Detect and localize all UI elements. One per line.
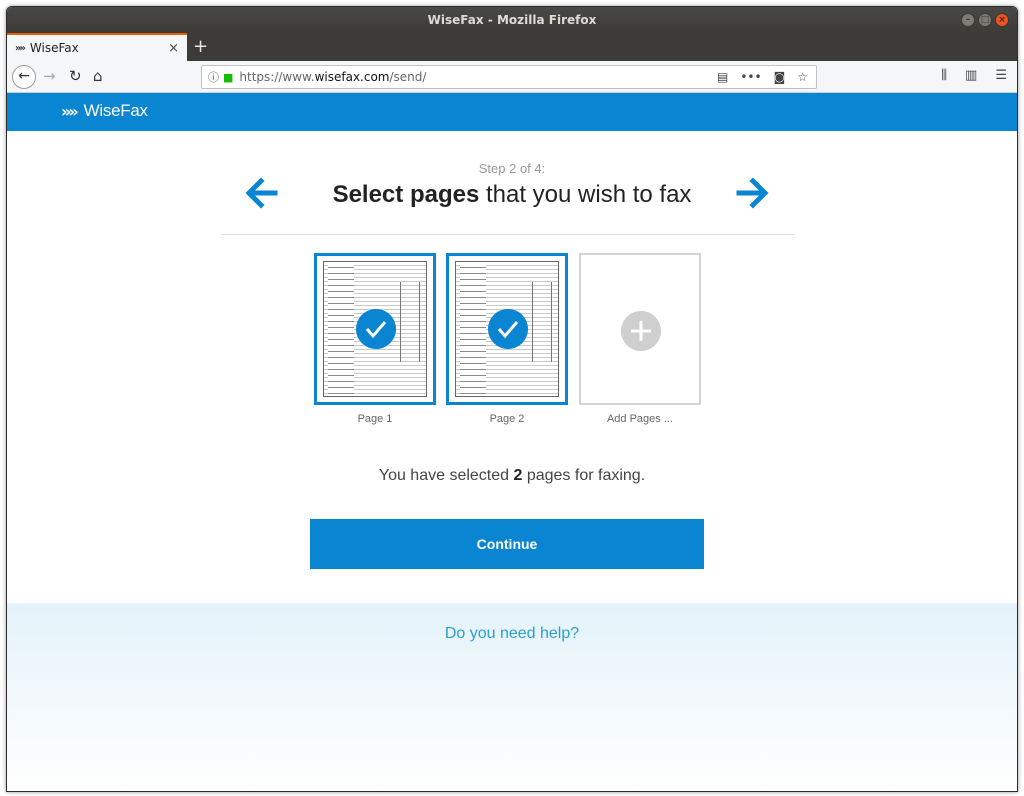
url-actions: ▤ ••• ◙ ☆ — [717, 70, 816, 84]
plus-icon — [621, 311, 661, 351]
page-thumbnail[interactable] — [446, 253, 568, 405]
add-pages-label[interactable]: Add Pages ... — [579, 413, 701, 425]
tab-wisefax[interactable]: »» WiseFax × — [7, 33, 187, 61]
page-title: Select pages that you wish to fax — [7, 181, 1017, 209]
url-prefix: https://www. — [239, 70, 315, 84]
library-icon[interactable]: ⫼ — [941, 68, 947, 83]
page-title-bold: Select pages — [332, 181, 480, 208]
help-link[interactable]: Do you need help? — [7, 625, 1017, 643]
pocket-icon[interactable]: ◙ — [774, 70, 786, 84]
wisefax-logo[interactable]: »» WiseFax — [61, 101, 148, 121]
url-domain: wisefax.com — [314, 70, 390, 84]
window-title: WiseFax - Mozilla Firefox — [427, 13, 597, 27]
navigation-toolbar: ← → ↻ ⌂ ⓘ ■ https://www.wisefax.com/send… — [7, 61, 1017, 93]
next-step-arrow-icon[interactable] — [733, 173, 773, 213]
help-section: Do you need help? — [7, 603, 1017, 791]
page-label: Page 2 — [489, 413, 525, 425]
page-thumbnail[interactable] — [314, 253, 436, 405]
minimize-icon[interactable]: – — [961, 13, 975, 27]
window-titlebar: WiseFax - Mozilla Firefox – □ × — [7, 7, 1017, 33]
summary-prefix: You have selected — [378, 467, 514, 484]
bookmark-star-icon[interactable]: ☆ — [797, 70, 808, 84]
logo-chevrons-icon: »» — [61, 101, 79, 121]
browser-window: WiseFax - Mozilla Firefox – □ × »» WiseF… — [6, 6, 1018, 792]
tab-close-icon[interactable]: × — [168, 41, 179, 56]
selection-summary: You have selected 2 pages for faxing. — [7, 467, 1017, 485]
tab-title: WiseFax — [29, 41, 79, 55]
padlock-icon: ■ — [223, 70, 234, 84]
forward-arrow-icon[interactable]: → — [43, 67, 56, 85]
site-info-icon[interactable]: ⓘ — [208, 69, 219, 85]
url-bar[interactable]: ⓘ ■ https://www.wisefax.com/send/ ▤ ••• … — [201, 65, 817, 89]
maximize-icon[interactable]: □ — [978, 13, 992, 27]
reader-view-icon[interactable]: ▤ — [717, 70, 728, 84]
add-pages-tile[interactable] — [579, 253, 701, 405]
step-indicator: Step 2 of 4: — [478, 161, 546, 176]
checkmark-icon — [488, 309, 528, 349]
site-header: »» WiseFax — [7, 93, 1017, 131]
previous-step-arrow-icon[interactable] — [241, 173, 281, 213]
page-label: Page 1 — [357, 413, 393, 425]
checkmark-icon — [356, 309, 396, 349]
page-title-rest: that you wish to fax — [479, 181, 692, 208]
home-icon[interactable]: ⌂ — [93, 67, 103, 85]
window-controls: – □ × — [961, 13, 1009, 27]
summary-suffix: pages for faxing. — [522, 467, 646, 484]
reload-icon[interactable]: ↻ — [69, 67, 82, 85]
toolbar-right: ⫼ ▥ ☰ — [941, 68, 1007, 83]
url-path: /send/ — [389, 70, 427, 84]
continue-button[interactable]: Continue — [310, 519, 704, 569]
logo-text: WiseFax — [83, 101, 148, 120]
sidebar-icon[interactable]: ▥ — [965, 68, 977, 83]
page-content: »» WiseFax Step 2 of 4: Select pages tha… — [7, 93, 1017, 791]
new-tab-icon[interactable]: + — [193, 36, 208, 57]
menu-icon[interactable]: ☰ — [995, 68, 1007, 83]
tab-bar: »» WiseFax × + — [7, 33, 1017, 61]
wisefax-favicon-icon: »» — [15, 42, 26, 54]
page-actions-icon[interactable]: ••• — [740, 70, 761, 84]
back-arrow-icon[interactable]: ← — [12, 65, 36, 89]
close-window-icon[interactable]: × — [995, 13, 1009, 27]
heading-divider — [221, 234, 795, 235]
url-text[interactable]: https://www.wisefax.com/send/ — [239, 70, 717, 84]
